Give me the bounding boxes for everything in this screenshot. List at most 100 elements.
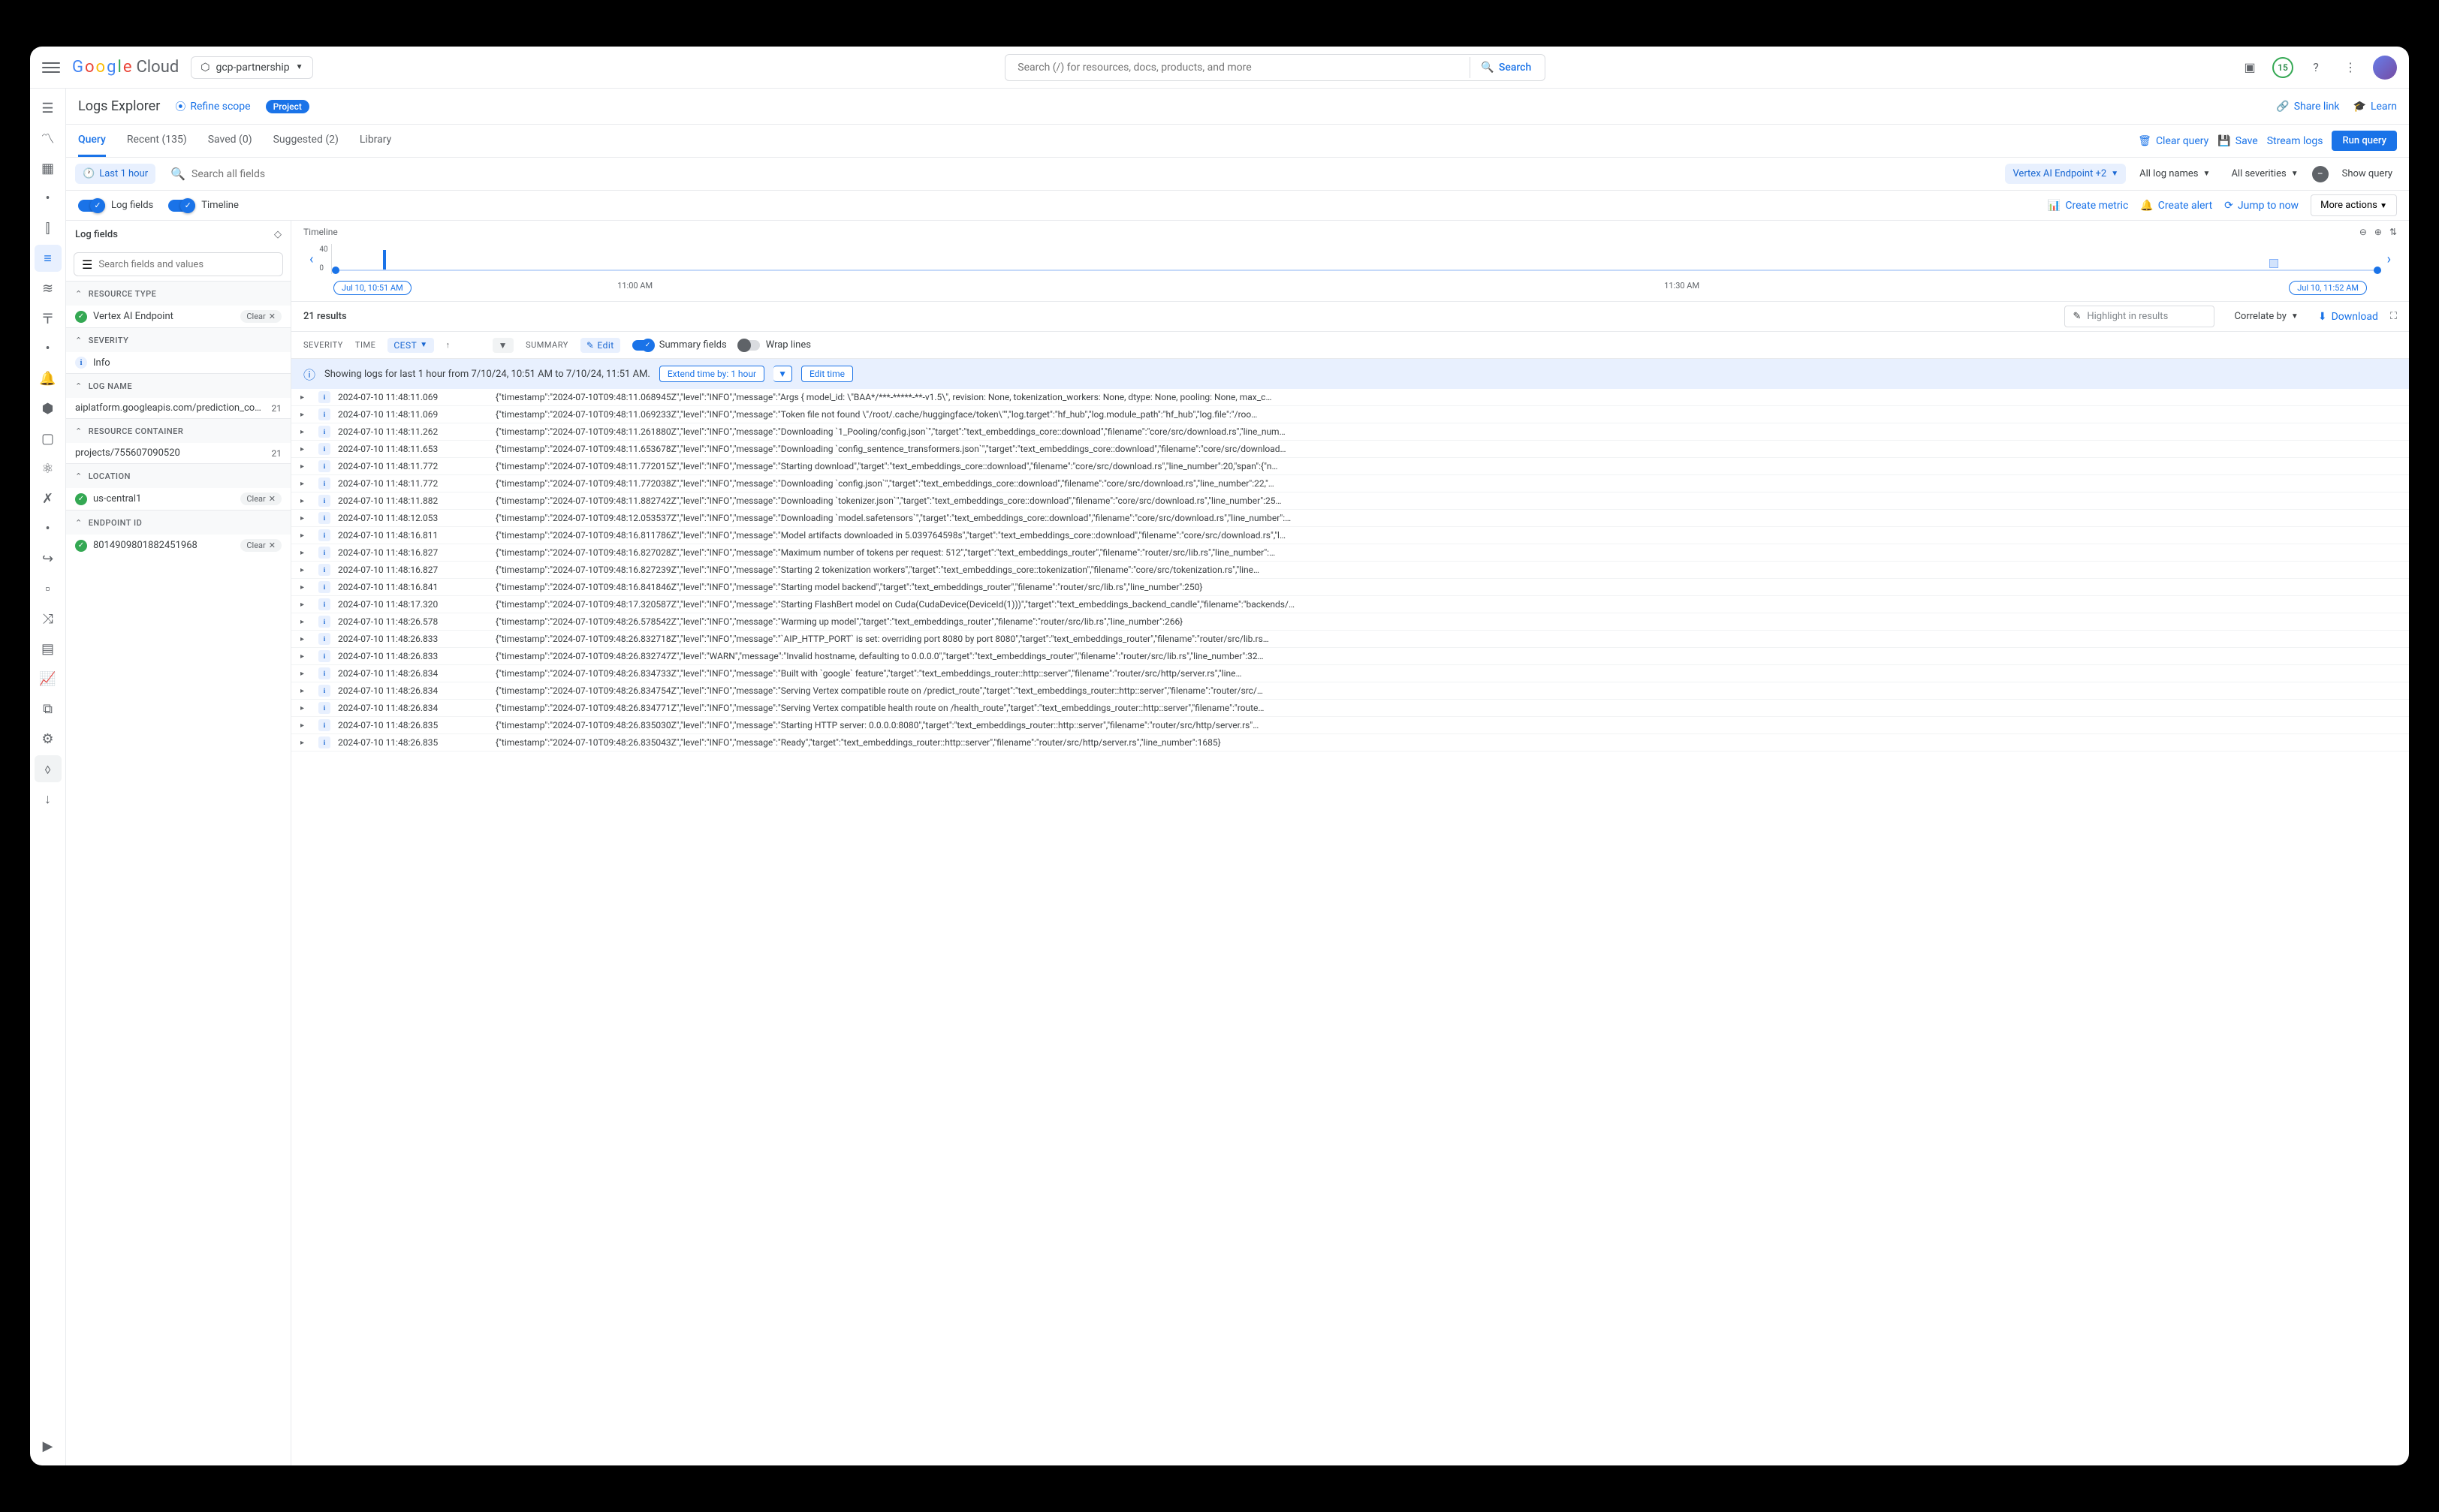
clear-query-button[interactable]: 🗑Clear query [2138, 135, 2208, 147]
expand-icon[interactable]: ▸ [300, 635, 311, 643]
highlight-input[interactable]: ✎Highlight in results [2064, 306, 2214, 327]
sidebar-item-settings[interactable]: ⚙ [35, 725, 62, 752]
timeline-next[interactable]: › [2381, 251, 2397, 267]
section-location[interactable]: ⌃LOCATION [66, 464, 291, 488]
expand-icon[interactable]: ▸ [300, 601, 311, 609]
sidebar-item-logs[interactable]: ☰ [35, 95, 62, 122]
zoom-in-icon[interactable]: ⊕ [2374, 227, 2382, 237]
run-query-button[interactable]: Run query [2332, 131, 2397, 151]
log-row[interactable]: ▸i2024-07-10 11:48:26.835{"timestamp":"2… [291, 717, 2409, 734]
show-query-toggle[interactable]: Show query [2335, 164, 2400, 184]
sidebar-item-sql[interactable]: ▫ [35, 575, 62, 602]
sidebar-item-analytics[interactable]: 📈 [35, 665, 62, 692]
field-vertex-endpoint[interactable]: ✓ Vertex AI Endpoint Clear✕ [66, 306, 291, 327]
tab-recent[interactable]: Recent (135) [127, 125, 187, 157]
log-fields-toggle[interactable]: Log fields [78, 200, 153, 212]
expand-icon[interactable]: ⇅ [2389, 227, 2397, 237]
section-severity[interactable]: ⌃SEVERITY [66, 328, 291, 352]
sidebar-item-synthetic[interactable]: ⚛ [35, 455, 62, 482]
search-all-fields[interactable]: 🔍 [161, 167, 1999, 181]
sidebar-item-docs[interactable]: ▤ [35, 635, 62, 662]
tab-suggested[interactable]: Suggested (2) [273, 125, 339, 157]
stream-logs-button[interactable]: Stream logs [2267, 135, 2323, 147]
share-link-button[interactable]: 🔗Share link [2276, 101, 2339, 113]
log-row[interactable]: ▸i2024-07-10 11:48:11.653{"timestamp":"2… [291, 441, 2409, 458]
log-row[interactable]: ▸i2024-07-10 11:48:12.053{"timestamp":"2… [291, 510, 2409, 527]
log-row[interactable]: ▸i2024-07-10 11:48:17.320{"timestamp":"2… [291, 596, 2409, 613]
panel-toggle-icon[interactable]: ◇ [274, 229, 282, 240]
sidebar-item-dot2[interactable]: • [35, 335, 62, 362]
search-input[interactable] [1018, 62, 1470, 74]
expand-icon[interactable]: ▸ [300, 549, 311, 557]
create-metric-button[interactable]: 📊Create metric [2048, 200, 2128, 212]
remove-filter-icon[interactable]: − [2312, 166, 2329, 182]
log-row[interactable]: ▸i2024-07-10 11:48:26.834{"timestamp":"2… [291, 682, 2409, 700]
fields-search-input[interactable] [98, 259, 275, 270]
log-row[interactable]: ▸i2024-07-10 11:48:11.882{"timestamp":"2… [291, 492, 2409, 510]
sidebar-item-integrations[interactable]: ⬨ [35, 755, 62, 782]
expand-icon[interactable]: ▸ [300, 411, 311, 419]
log-row[interactable]: ▸i2024-07-10 11:48:26.834{"timestamp":"2… [291, 665, 2409, 682]
google-cloud-logo[interactable]: Google Cloud [72, 58, 179, 77]
fields-search[interactable]: ☰ [74, 252, 283, 276]
fields-search-input[interactable] [191, 168, 1990, 180]
clear-chip[interactable]: Clear✕ [240, 310, 282, 323]
expand-icon[interactable]: ▸ [300, 704, 311, 712]
timeline-toggle[interactable]: Timeline [168, 200, 239, 212]
edit-columns[interactable]: ✎Edit [580, 338, 620, 353]
project-selector[interactable]: ⬡ gcp-partnership ▼ [191, 56, 312, 79]
sidebar-item-alerting[interactable]: 🔔 [35, 365, 62, 392]
sidebar-item-uptime[interactable]: ⬢ [35, 395, 62, 422]
summary-fields-toggle[interactable]: Summary fields [632, 339, 727, 351]
terminal-icon[interactable]: ▣ [2238, 56, 2262, 80]
field-log-name-item[interactable]: aiplatform.googleapis.com/prediction_co…… [66, 398, 291, 418]
sidebar-item-error[interactable]: ≋ [35, 275, 62, 302]
log-row[interactable]: ▸i2024-07-10 11:48:11.772{"timestamp":"2… [291, 458, 2409, 475]
log-row[interactable]: ▸i2024-07-10 11:48:26.834{"timestamp":"2… [291, 700, 2409, 717]
expand-icon[interactable]: ▸ [300, 393, 311, 402]
log-row[interactable]: ▸i2024-07-10 11:48:11.069{"timestamp":"2… [291, 406, 2409, 423]
expand-icon[interactable]: ▸ [300, 480, 311, 488]
sidebar-item-groups[interactable]: ▢ [35, 425, 62, 452]
expand-icon[interactable]: ▸ [300, 583, 311, 592]
section-resource-type[interactable]: ⌃RESOURCE TYPE [66, 282, 291, 306]
download-button[interactable]: ⬇Download [2318, 311, 2378, 323]
expand-icon[interactable]: ▸ [300, 428, 311, 436]
zoom-out-icon[interactable]: ⊖ [2359, 227, 2367, 237]
more-actions-button[interactable]: More actions ▼ [2311, 194, 2397, 216]
sort-chip[interactable]: ▼ [493, 338, 514, 353]
log-row[interactable]: ▸i2024-07-10 11:48:16.827{"timestamp":"2… [291, 544, 2409, 562]
sidebar-item-dashboards[interactable]: ▦ [35, 155, 62, 182]
log-list[interactable]: ▸i2024-07-10 11:48:11.069{"timestamp":"2… [291, 389, 2409, 1465]
timezone-chip[interactable]: CEST▼ [387, 338, 433, 353]
log-row[interactable]: ▸i2024-07-10 11:48:11.262{"timestamp":"2… [291, 423, 2409, 441]
log-row[interactable]: ▸i2024-07-10 11:48:16.841{"timestamp":"2… [291, 579, 2409, 596]
log-row[interactable]: ▸i2024-07-10 11:48:26.833{"timestamp":"2… [291, 631, 2409, 648]
expand-icon[interactable]: ▸ [300, 739, 311, 747]
extend-time-button[interactable]: Extend time by: 1 hour [659, 366, 764, 382]
sidebar-item-trace[interactable]: ⫿ [35, 215, 62, 242]
clear-chip[interactable]: Clear✕ [240, 492, 282, 505]
section-resource-container[interactable]: ⌃RESOURCE CONTAINER [66, 419, 291, 443]
expand-icon[interactable]: ▸ [300, 652, 311, 661]
sidebar-item-slos[interactable]: 〒 [35, 305, 62, 332]
field-project[interactable]: projects/755607090520 21 [66, 443, 291, 463]
sidebar-item-copy[interactable]: ⧉ [35, 695, 62, 722]
resource-filter[interactable]: Vertex AI Endpoint +2▼ [2005, 164, 2126, 184]
hamburger-icon[interactable] [42, 59, 60, 77]
jump-to-now-button[interactable]: ⟳Jump to now [2224, 200, 2299, 212]
search-button[interactable]: 🔍 Search [1470, 57, 1542, 78]
sidebar-item-logging[interactable]: ≡ [35, 245, 62, 272]
field-endpoint-id[interactable]: ✓ 8014909801882451968 Clear✕ [66, 535, 291, 556]
timeline-prev[interactable]: ‹ [303, 251, 319, 267]
sidebar-item-debug[interactable]: ✗ [35, 485, 62, 512]
save-button[interactable]: 💾Save [2217, 135, 2257, 147]
correlate-dropdown[interactable]: Correlate by▼ [2226, 306, 2305, 327]
expand-icon[interactable]: ▸ [300, 721, 311, 730]
expand-icon[interactable]: ▸ [300, 566, 311, 574]
expand-icon[interactable]: ▸ [300, 618, 311, 626]
trial-count[interactable]: 15 [2272, 57, 2293, 78]
sidebar-collapse[interactable]: ▶ [35, 1432, 62, 1459]
log-row[interactable]: ▸i2024-07-10 11:48:26.835{"timestamp":"2… [291, 734, 2409, 751]
tab-library[interactable]: Library [360, 125, 391, 157]
